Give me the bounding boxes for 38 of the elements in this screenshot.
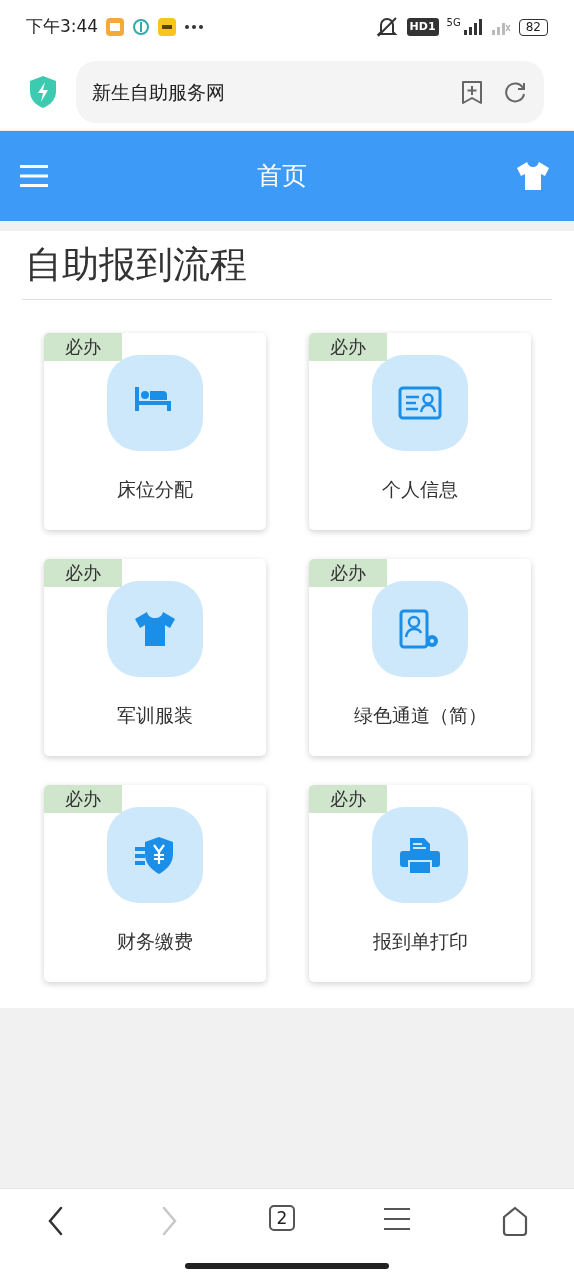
tile-label: 报到单打印 <box>372 928 468 954</box>
bookmark-add-icon[interactable] <box>460 79 484 105</box>
service-tile[interactable]: 必办 财务缴费 <box>44 784 266 982</box>
mute-icon <box>374 16 399 38</box>
app-notification-icon <box>132 18 151 36</box>
tile-label: 床位分配 <box>117 476 193 502</box>
status-time: 下午3:44 <box>26 15 99 39</box>
tile-label: 军训服装 <box>117 702 193 728</box>
required-tag: 必办 <box>309 558 387 587</box>
service-tile[interactable]: 必办 报到单打印 <box>309 784 531 982</box>
required-tag: 必办 <box>309 332 387 361</box>
tile-label: 绿色通道（简） <box>353 702 487 728</box>
tile-label: 财务缴费 <box>117 928 193 954</box>
more-icon <box>184 24 205 30</box>
required-tag: 必办 <box>44 784 122 813</box>
network-badge: HD1 <box>406 17 439 37</box>
menu-icon[interactable] <box>383 1205 412 1233</box>
signal-icon <box>462 19 483 35</box>
service-tile[interactable]: 必办 绿色通道（简） <box>309 558 531 756</box>
address-bar[interactable]: 新生自助服务网 <box>76 61 544 123</box>
required-tag: 必办 <box>309 784 387 813</box>
service-tile[interactable]: 必办 床位分配 <box>44 332 266 530</box>
shirt-icon[interactable] <box>516 161 550 191</box>
required-tag: 必办 <box>44 558 122 587</box>
required-tag: 必办 <box>44 332 122 361</box>
refresh-icon[interactable] <box>502 79 528 105</box>
tab-count-button[interactable]: 2 <box>268 1205 295 1231</box>
address-text: 新生自助服务网 <box>92 79 226 105</box>
service-tile[interactable]: 必办 军训服装 <box>44 558 266 756</box>
battery-indicator: 82 <box>518 18 548 36</box>
tile-label: 个人信息 <box>382 476 458 502</box>
shield-icon <box>28 75 58 109</box>
service-tile[interactable]: 必办 个人信息 <box>309 332 531 530</box>
page-title: 首页 <box>257 160 307 193</box>
app-notification-icon <box>106 18 125 36</box>
network-type: 5G <box>446 16 461 30</box>
app-notification-icon <box>158 18 177 36</box>
section-title: 自助报到流程 <box>22 237 552 300</box>
